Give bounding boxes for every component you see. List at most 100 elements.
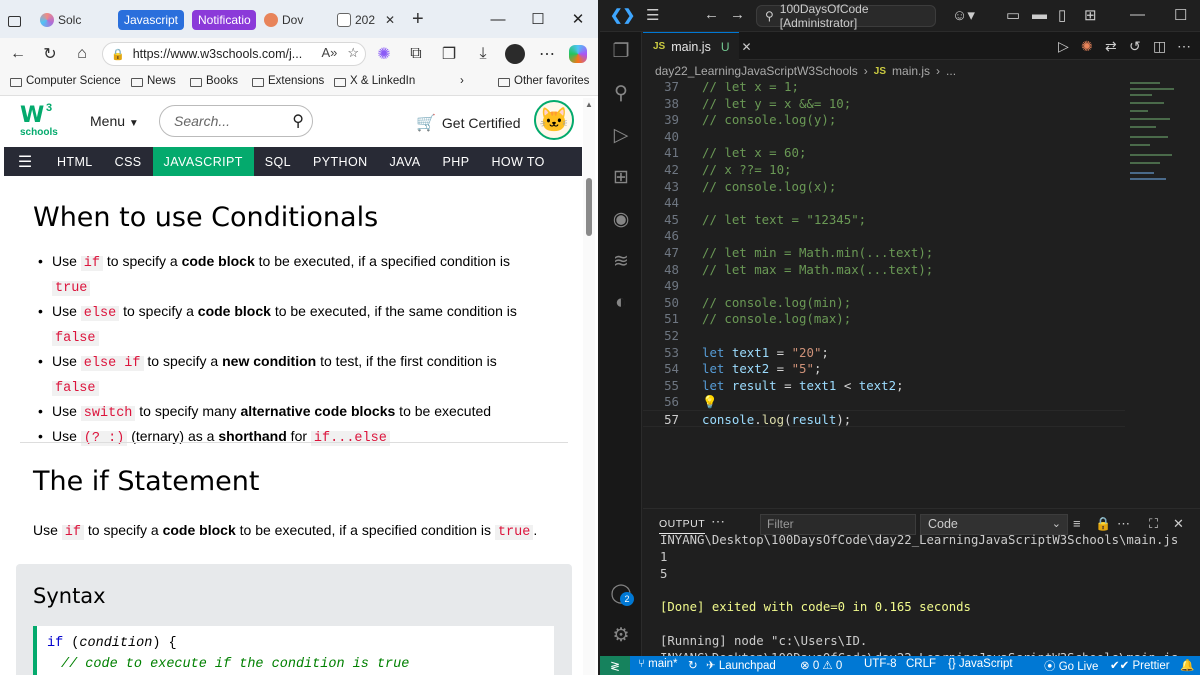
toggle-sidebar-icon[interactable]: ▭ [1006, 6, 1020, 24]
minimize-button[interactable]: — [478, 0, 518, 38]
read-aloud-icon[interactable]: A» [321, 45, 337, 61]
gitlens-icon[interactable]: ◐ [608, 290, 634, 316]
customize-layout-icon[interactable]: ⊞ [1084, 6, 1097, 24]
command-center-search[interactable]: ⚲ 100DaysOfCode [Administrator] [756, 2, 936, 30]
more-icon[interactable]: ⋯ [1117, 516, 1130, 532]
nav-php[interactable]: PHP [432, 147, 481, 176]
eol-status[interactable]: CRLF [906, 658, 936, 670]
explorer-icon[interactable]: ❐ [608, 38, 634, 64]
docker-icon[interactable]: ≋ [608, 248, 634, 274]
more-actions-icon[interactable]: ⋯ [1177, 38, 1191, 55]
code-line[interactable]: 49 [643, 277, 1123, 294]
prettier-status[interactable]: ✔✔ Prettier [1110, 658, 1170, 672]
menu-button[interactable]: Menu ▼ [90, 113, 139, 129]
back-arrow-icon[interactable]: ← [704, 6, 719, 23]
close-icon[interactable]: ✕ [385, 13, 395, 27]
code-line[interactable]: 38 // let y = x &&= 10; [643, 95, 1123, 112]
code-line[interactable]: 47 // let min = Math.min(...text); [643, 244, 1123, 261]
code-line[interactable]: 42 // x ??= 10; [643, 161, 1123, 178]
more-icon[interactable]: ⋯ [535, 42, 559, 66]
scrollbar-thumb[interactable] [586, 178, 592, 236]
language-status[interactable]: {} JavaScript [948, 658, 1013, 670]
favorite-x-linkedin[interactable]: X & LinkedIn [334, 75, 415, 87]
browser-tab-4[interactable]: Dov [264, 8, 324, 32]
code-line[interactable]: 55 let result = text1 < text2; [643, 377, 1123, 394]
refresh-icon[interactable]: ↻ [38, 42, 62, 66]
github-icon[interactable]: ◉ [608, 206, 634, 232]
code-line[interactable]: 39 // console.log(y); [643, 111, 1123, 128]
favorite-computer-science[interactable]: Computer Science [10, 75, 121, 87]
home-icon[interactable]: ⌂ [70, 42, 94, 66]
launchpad-status[interactable]: ✈ Launchpad [706, 658, 776, 672]
run-debug-icon[interactable]: ▷ [608, 122, 634, 148]
lock-icon[interactable]: 🔒 [1095, 516, 1111, 532]
code-line[interactable]: 57 console.log(result); [643, 410, 1125, 427]
collections-icon[interactable]: ❐ [437, 42, 461, 66]
compare-icon[interactable]: ⇄ [1105, 38, 1117, 55]
code-line[interactable]: 41 // let x = 60; [643, 144, 1123, 161]
sync-icon[interactable]: ↻ [688, 658, 698, 672]
search-input[interactable]: Search... ⚲ [159, 105, 313, 137]
nav-sql[interactable]: SQL [254, 147, 302, 176]
nav-python[interactable]: PYTHON [302, 147, 379, 176]
split-editor-icon[interactable]: ◫ [1153, 38, 1166, 55]
star-icon[interactable]: ☆ [347, 45, 359, 61]
scroll-up-icon[interactable]: ▲ [585, 100, 593, 109]
code-line[interactable]: 40 [643, 128, 1123, 145]
get-certified-link[interactable]: 🛒 Get Certified [416, 113, 521, 133]
problems-status[interactable]: ⊗ 0 ⚠ 0 [800, 658, 842, 672]
code-line[interactable]: 54 let text2 = "5"; [643, 360, 1123, 377]
extensions-icon[interactable]: ⊞ [608, 164, 634, 190]
maximize-panel-icon[interactable]: ⛶ [1149, 516, 1158, 532]
code-editor[interactable]: 37 // let x = 1; 38 // let y = x &&= 10; 39 /… [643, 82, 1200, 508]
code-line[interactable]: 56 💡 [643, 393, 1123, 410]
nav-javascript[interactable]: JAVASCRIPT [152, 147, 254, 176]
maximize-button[interactable]: ☐ [1174, 6, 1187, 24]
go-live-status[interactable]: ⦿ Go Live [1044, 658, 1098, 674]
editor-tab-main-js[interactable]: JS main.js U ✕ [643, 32, 752, 60]
breadcrumb-more[interactable]: ... [946, 64, 956, 78]
code-line[interactable]: 51 // console.log(max); [643, 310, 1123, 327]
new-tab-button[interactable]: + [412, 7, 424, 31]
encoding-status[interactable]: UTF-8 [864, 658, 897, 670]
code-line[interactable]: 43 // console.log(x); [643, 178, 1123, 195]
tab-actions-icon[interactable] [8, 9, 21, 33]
favorite-books[interactable]: Books [190, 75, 238, 87]
favorites-overflow-chevron-icon[interactable]: › [460, 75, 464, 87]
search-icon[interactable]: ⚲ [608, 80, 634, 106]
remote-icon[interactable]: ≷ [600, 656, 630, 675]
run-icon[interactable]: ▷ [1058, 38, 1069, 55]
download-icon[interactable]: ⤓ [471, 42, 495, 66]
nav-java[interactable]: JAVA [379, 147, 432, 176]
timeline-icon[interactable]: ↺ [1129, 38, 1141, 55]
more-icon[interactable]: ⋯ [711, 513, 725, 530]
breadcrumb-file[interactable]: main.js [892, 64, 930, 78]
code-line[interactable]: 44 [643, 194, 1123, 211]
code-line[interactable]: 48 // let max = Math.max(...text); [643, 261, 1123, 278]
code-line[interactable]: 37 // let x = 1; [643, 82, 1123, 95]
profile-avatar[interactable] [503, 42, 527, 66]
browser-tab-3[interactable]: Notificatio [192, 8, 256, 32]
nav-css[interactable]: CSS [104, 147, 153, 176]
toggle-secondary-sidebar-icon[interactable]: ▯ [1058, 6, 1066, 24]
favorite-extensions[interactable]: Extensions [252, 75, 324, 87]
breadcrumb-folder[interactable]: day22_LearningJavaScriptW3Schools [655, 64, 858, 78]
code-line[interactable]: 46 [643, 227, 1123, 244]
menu-icon[interactable]: ☰ [646, 6, 659, 24]
toggle-panel-icon[interactable]: ▬ [1032, 6, 1047, 23]
code-line[interactable]: 53 let text1 = "20"; [643, 344, 1123, 361]
hamburger-icon[interactable]: ☰ [4, 147, 46, 176]
settings-gear-icon[interactable]: ⚙ [608, 622, 634, 648]
extensions-puzzle-icon[interactable]: ⧉ [404, 42, 428, 66]
nav-howto[interactable]: HOW TO [480, 147, 555, 176]
browser-tab-1[interactable]: Solc [40, 8, 100, 32]
clear-output-icon[interactable]: ≡ [1073, 516, 1081, 531]
w3schools-logo[interactable]: W 3 schools [20, 102, 60, 142]
forward-arrow-icon[interactable]: → [730, 6, 745, 23]
page-scrollbar[interactable]: ▲ [583, 98, 595, 675]
search-icon[interactable]: ⚲ [292, 111, 304, 131]
notifications-bell-icon[interactable]: 🔔 [1180, 658, 1194, 672]
code-line[interactable]: 52 [643, 327, 1123, 344]
maximize-button[interactable]: ☐ [518, 0, 558, 38]
minimap[interactable] [1130, 82, 1190, 192]
